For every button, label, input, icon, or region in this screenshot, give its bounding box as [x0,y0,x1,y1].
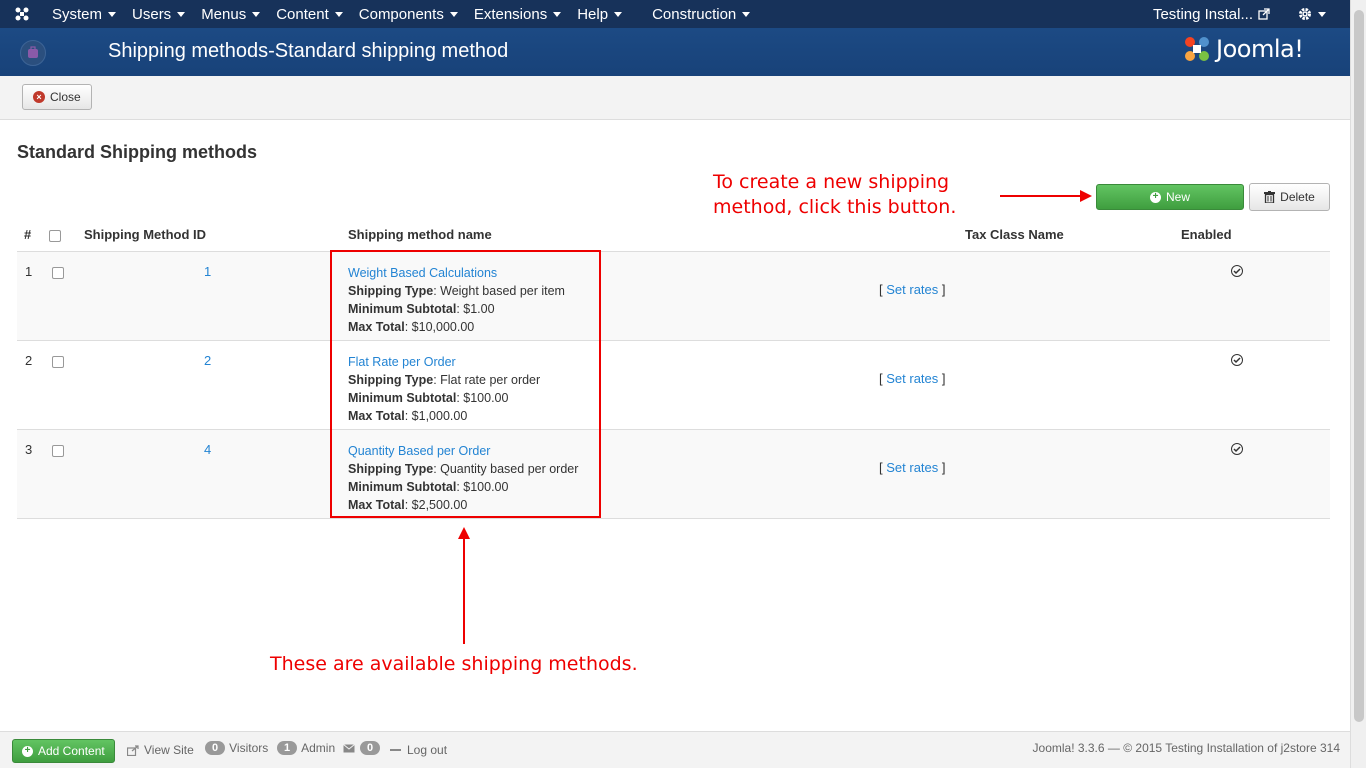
top-navbar: System Users Menus Content Components Ex… [0,0,1350,28]
column-header-enabled: Enabled [1181,227,1232,242]
set-rates-cell: [ Set rates ] [879,371,946,386]
plus-icon: + [1149,191,1161,203]
annotation-new-button: To create a new shipping method, click t… [713,171,957,218]
column-header-id[interactable]: Shipping Method ID [84,227,206,242]
set-rates-link[interactable]: Set rates [886,282,938,297]
menu-menus[interactable]: Menus [193,0,268,28]
set-rates-cell: [ Set rates ] [879,460,946,475]
table-bottom-border [17,518,1330,519]
enabled-check-icon[interactable] [1231,354,1243,366]
copyright-text: Joomla! 3.3.6 — © 2015 Testing Installat… [1032,741,1340,755]
plus-icon: + [22,745,33,757]
column-header-tax-class: Tax Class Name [965,227,1064,242]
column-header-name[interactable]: Shipping method name [348,227,492,242]
j2store-icon [20,40,46,66]
row-number: 3 [25,442,33,457]
menu-components[interactable]: Components [351,0,466,28]
row-number: 2 [25,353,33,368]
admin-status: 1 Admin [277,741,335,755]
annotation-arrow-up [458,527,470,644]
row-id-link[interactable]: 2 [204,353,211,368]
new-button[interactable]: + New [1096,184,1244,210]
joomla-logo: Joomla! [1182,34,1304,64]
messages-status[interactable]: 0 [343,741,384,755]
menu-extensions[interactable]: Extensions [466,0,569,28]
joomla-menu-icon[interactable] [0,0,44,28]
annotation-available-methods: These are available shipping methods. [270,653,638,675]
set-rates-link[interactable]: Set rates [886,371,938,386]
visitors-count-badge: 0 [205,741,226,755]
menu-users[interactable]: Users [124,0,193,28]
user-settings-menu[interactable] [1290,0,1334,28]
toolbar: × Close [0,76,1350,120]
annotation-highlight-box [330,250,601,518]
page-title: Shipping methods-Standard shipping metho… [108,40,509,62]
trash-icon [1264,191,1276,203]
admin-count-badge: 1 [277,741,298,755]
visitors-status: 0 Visitors [205,741,268,755]
section-heading: Standard Shipping methods [17,142,258,162]
close-icon: × [33,91,45,103]
view-site-link[interactable]: View Site [127,743,194,757]
share-icon [127,744,139,756]
envelope-icon [343,743,355,752]
external-link-icon [1258,8,1270,20]
chevron-down-icon [108,11,117,17]
row-id-link[interactable]: 1 [204,264,211,279]
row-checkbox[interactable] [52,267,64,279]
delete-button[interactable]: Delete [1249,183,1330,211]
enabled-check-icon[interactable] [1231,265,1243,277]
add-content-button[interactable]: + Add Content [12,739,115,763]
row-checkbox[interactable] [52,445,64,457]
chevron-down-icon [553,11,562,17]
chevron-down-icon [449,11,458,17]
chevron-down-icon [1318,11,1326,17]
row-checkbox[interactable] [52,356,64,368]
row-number: 1 [25,264,33,279]
menu-construction[interactable]: Construction [644,0,758,28]
chevron-down-icon [177,11,186,17]
menu-system[interactable]: System [44,0,124,28]
minus-icon [390,749,401,751]
scrollbar-thumb[interactable] [1354,10,1364,722]
gear-icon [1299,8,1311,20]
close-button[interactable]: × Close [22,84,92,110]
column-header-number: # [24,227,32,242]
chevron-down-icon [742,11,751,17]
messages-count-badge: 0 [360,741,381,755]
set-rates-link[interactable]: Set rates [886,460,938,475]
table-row: 2 2 Flat Rate per Order Shipping Type: F… [17,340,1330,429]
status-footer: + Add Content View Site 0 Visitors 1 Adm… [0,731,1350,768]
site-link[interactable]: Testing Instal... [1145,0,1278,28]
row-id-link[interactable]: 4 [204,442,211,457]
joomla-logo-icon [1185,37,1209,61]
logout-link[interactable]: Log out [390,743,447,757]
vertical-scrollbar[interactable] [1350,0,1366,768]
set-rates-cell: [ Set rates ] [879,282,946,297]
page-header: Shipping methods-Standard shipping metho… [0,28,1350,76]
table-row: 3 4 Quantity Based per Order Shipping Ty… [17,429,1330,518]
enabled-check-icon[interactable] [1231,443,1243,455]
chevron-down-icon [614,11,623,17]
menu-content[interactable]: Content [268,0,351,28]
chevron-down-icon [334,11,343,17]
table-row: 1 1 Weight Based Calculations Shipping T… [17,251,1330,340]
annotation-arrow-right [1000,190,1092,202]
select-all-checkbox[interactable] [49,230,61,242]
menu-help[interactable]: Help [569,0,630,28]
chevron-down-icon [252,11,261,17]
